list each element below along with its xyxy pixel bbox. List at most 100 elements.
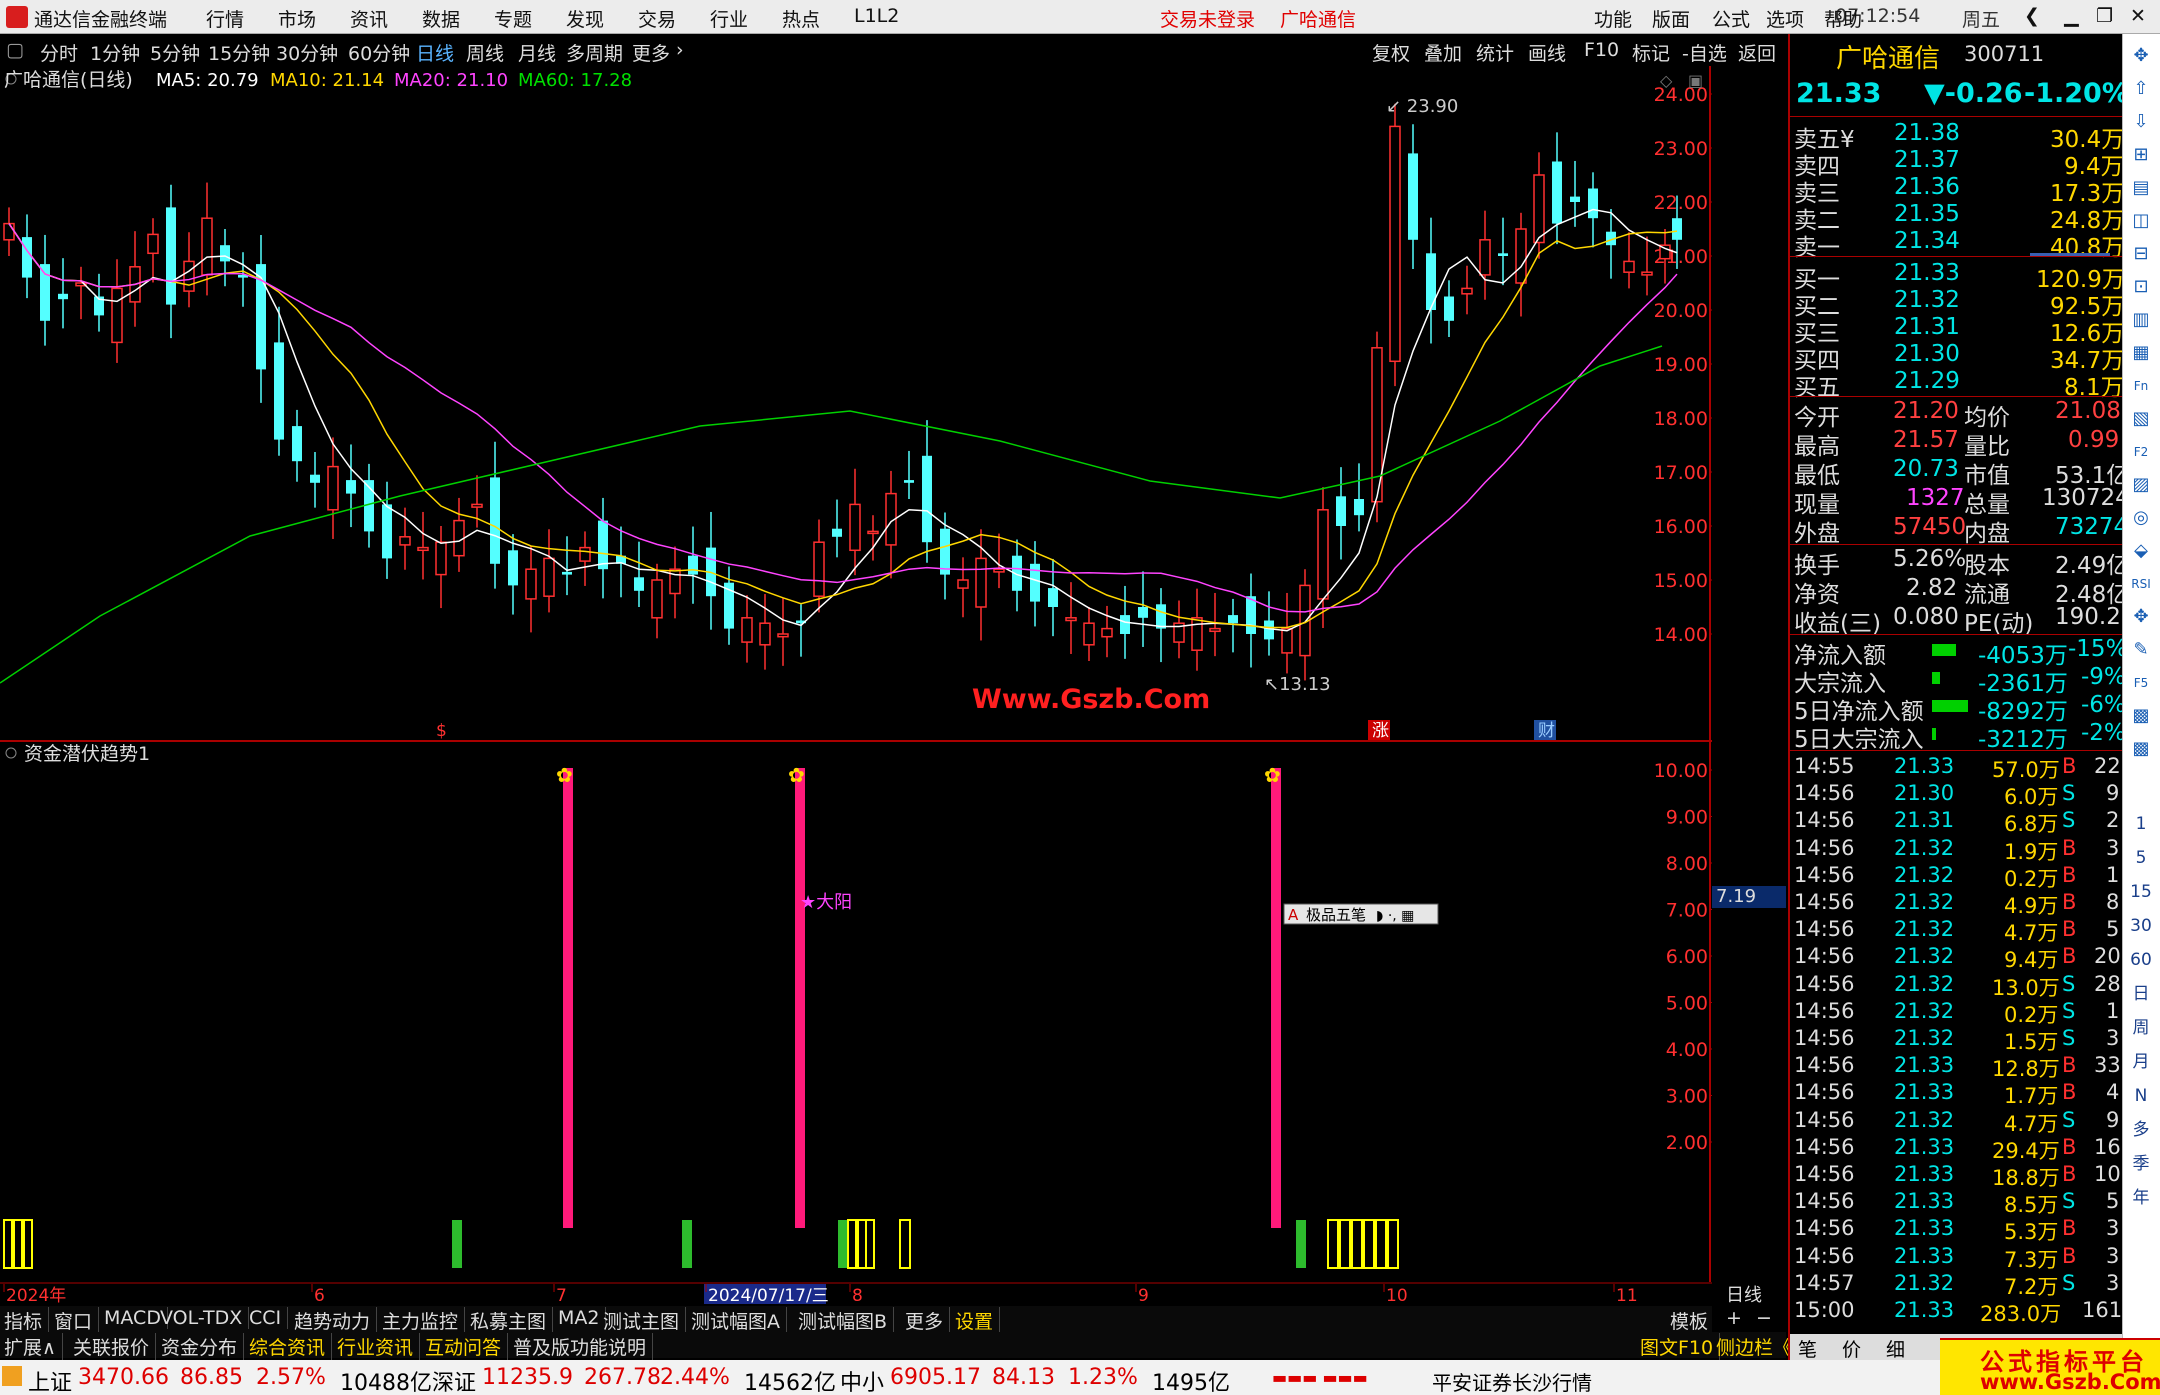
menu-8[interactable]: 热点 (782, 5, 820, 32)
menu-3[interactable]: 数据 (422, 5, 460, 32)
period-tab-4[interactable]: 30分钟 (276, 39, 338, 66)
right-menu-2[interactable]: 公式 (1712, 5, 1750, 32)
period-shortcut-3[interactable]: 30 (2129, 914, 2153, 938)
toolbar-right-5[interactable]: 标记 (1632, 39, 1670, 66)
indicator-tab-7[interactable]: 私募主图 (466, 1307, 554, 1334)
chart-toggle-icon[interactable]: ▣ (1688, 71, 1703, 90)
tab-right-2[interactable]: − (1752, 1307, 1778, 1329)
login-status[interactable]: 交易未登录 (1160, 5, 1255, 32)
index-label-1[interactable]: 深证 (432, 1365, 476, 1395)
panel-tab-1[interactable]: 价 (1842, 1335, 1861, 1362)
indicator-chart[interactable]: 10.00 9.00 8.00 7.00 6.00 5.00 4.00 3.00 2.00 资金潜… (0, 742, 1712, 1282)
period-shortcut-5[interactable]: 日 (2129, 982, 2153, 1006)
side-icon-4[interactable]: ▤ (2129, 176, 2153, 200)
back-arrow-icon[interactable]: ❮ (2024, 5, 2040, 27)
period-shortcut-2[interactable]: 15 (2129, 880, 2153, 904)
side-icon-11[interactable]: ▧ (2129, 407, 2153, 431)
menu-5[interactable]: 发现 (566, 5, 604, 32)
toolbar-right-6[interactable]: -自选 (1682, 39, 1727, 66)
indicator-tab-11[interactable]: 测试幅图B (794, 1307, 895, 1334)
panel-tab-2[interactable]: 细 (1886, 1335, 1905, 1362)
toolbar-right-2[interactable]: 统计 (1476, 39, 1514, 66)
side-icon-20[interactable]: ▩ (2129, 704, 2153, 728)
period-shortcut-10[interactable]: 季 (2129, 1152, 2153, 1176)
more-chevron-icon[interactable]: › (676, 39, 684, 61)
ext-tab-2[interactable]: 资金分布 (157, 1333, 245, 1360)
close-icon[interactable]: ✕ (2130, 5, 2146, 27)
candlestick-chart[interactable]: 24.0023.0022.0021.0020.0019.0018.0017.00… (0, 66, 1712, 742)
period-tab-7[interactable]: 周线 (466, 39, 504, 66)
right-menu-1[interactable]: 版面 (1652, 5, 1690, 32)
indicator-tab-6[interactable]: 主力监控 (378, 1307, 466, 1334)
ime-toolbar[interactable]: A 极品五笔 ◗ ·, ▦ (1283, 903, 1439, 925)
indicator-tab-1[interactable]: 窗口 (50, 1307, 100, 1334)
panel-toggle-icon[interactable]: ▢ (6, 39, 24, 61)
indicator-tab-13[interactable]: 设置 (951, 1307, 1001, 1334)
status-icon[interactable] (2, 1366, 22, 1386)
tab-right-0[interactable]: 模板 (1666, 1307, 1714, 1334)
period-tab-9[interactable]: 多周期 (566, 39, 623, 66)
period-shortcut-0[interactable]: 1 (2129, 812, 2153, 836)
period-tab-1[interactable]: 1分钟 (90, 39, 140, 66)
period-shortcut-4[interactable]: 60 (2129, 948, 2153, 972)
ext-tab-0[interactable]: 扩展∧ (0, 1333, 63, 1360)
event-marker-2[interactable]: 财 (1538, 721, 1555, 741)
indicator-tab-10[interactable]: 测试幅图A (687, 1307, 787, 1334)
tab-right-1[interactable]: + (1722, 1307, 1748, 1329)
indicator-tab-5[interactable]: 趋势动力 (290, 1307, 378, 1334)
period-shortcut-11[interactable]: 年 (2129, 1186, 2153, 1210)
side-icon-8[interactable]: ▥ (2129, 308, 2153, 332)
ext-tab-4[interactable]: 行业资讯 (333, 1333, 421, 1360)
side-icon-18[interactable]: ✎ (2129, 638, 2153, 662)
event-marker-1[interactable]: 涨 (1372, 721, 1389, 741)
period-tab-10[interactable]: 更多 (632, 39, 670, 66)
right-menu-0[interactable]: 功能 (1594, 5, 1632, 32)
panel-tab-0[interactable]: 笔 (1798, 1335, 1817, 1362)
right-menu-3[interactable]: 选项 (1766, 5, 1804, 32)
period-shortcut-8[interactable]: N (2129, 1084, 2153, 1108)
menu-4[interactable]: 专题 (494, 5, 532, 32)
period-shortcut-6[interactable]: 周 (2129, 1016, 2153, 1040)
menu-2[interactable]: 资讯 (350, 5, 388, 32)
side-icon-9[interactable]: ▦ (2129, 341, 2153, 365)
period-shortcut-7[interactable]: 月 (2129, 1050, 2153, 1074)
period-tab-2[interactable]: 5分钟 (150, 39, 200, 66)
side-icon-13[interactable]: ▨ (2129, 473, 2153, 497)
period-tab-0[interactable]: 分时 (40, 39, 78, 66)
side-icon-15[interactable]: ⬙ (2129, 539, 2153, 563)
side-icon-3[interactable]: ⊞ (2129, 143, 2153, 167)
period-tab-8[interactable]: 月线 (518, 39, 556, 66)
toolbar-right-1[interactable]: 叠加 (1424, 39, 1462, 66)
event-marker-0[interactable]: $ (436, 721, 447, 741)
ext-tab-1[interactable]: 关联报价 (69, 1333, 157, 1360)
side-icon-12[interactable]: F2 (2129, 440, 2153, 464)
indicator-tab-9[interactable]: 测试主图 (599, 1307, 687, 1334)
side-icon-14[interactable]: ◎ (2129, 506, 2153, 530)
ext-tab-5[interactable]: 互动问答 (421, 1333, 509, 1360)
right-menu-4[interactable]: 帮助 (1824, 5, 1862, 32)
side-icon-1[interactable]: ⇧ (2129, 77, 2153, 101)
side-icon-21[interactable]: ▩ (2129, 737, 2153, 761)
toolbar-right-4[interactable]: F10 (1584, 39, 1619, 61)
indicator-name[interactable]: 资金潜伏趋势1 (24, 743, 150, 765)
chart-settings-icon[interactable]: ◇ (1660, 71, 1673, 90)
period-shortcut-9[interactable]: 多 (2129, 1118, 2153, 1142)
toolbar-right-0[interactable]: 复权 (1372, 39, 1410, 66)
sidebar-tab[interactable]: 侧边栏《 (1712, 1333, 1798, 1360)
menu-0[interactable]: 行情 (206, 5, 244, 32)
side-icon-7[interactable]: ⊡ (2129, 275, 2153, 299)
indicator-tab-12[interactable]: 更多 (901, 1307, 951, 1334)
side-icon-5[interactable]: ◫ (2129, 209, 2153, 233)
menu-6[interactable]: 交易 (638, 5, 676, 32)
indicator-tab-4[interactable]: CCI (245, 1307, 289, 1329)
side-icon-2[interactable]: ⇩ (2129, 110, 2153, 134)
ext-tab-3[interactable]: 综合资讯 (245, 1333, 333, 1360)
index-label-2[interactable]: 中小 (840, 1365, 884, 1395)
menu-7[interactable]: 行业 (710, 5, 748, 32)
side-icon-6[interactable]: ⊟ (2129, 242, 2153, 266)
restore-icon[interactable]: ❐ (2096, 5, 2113, 27)
side-icon-17[interactable]: ✥ (2129, 605, 2153, 629)
side-icon-16[interactable]: RSI (2129, 572, 2153, 596)
menu-1[interactable]: 市场 (278, 5, 316, 32)
index-label-0[interactable]: 上证 (28, 1365, 72, 1395)
